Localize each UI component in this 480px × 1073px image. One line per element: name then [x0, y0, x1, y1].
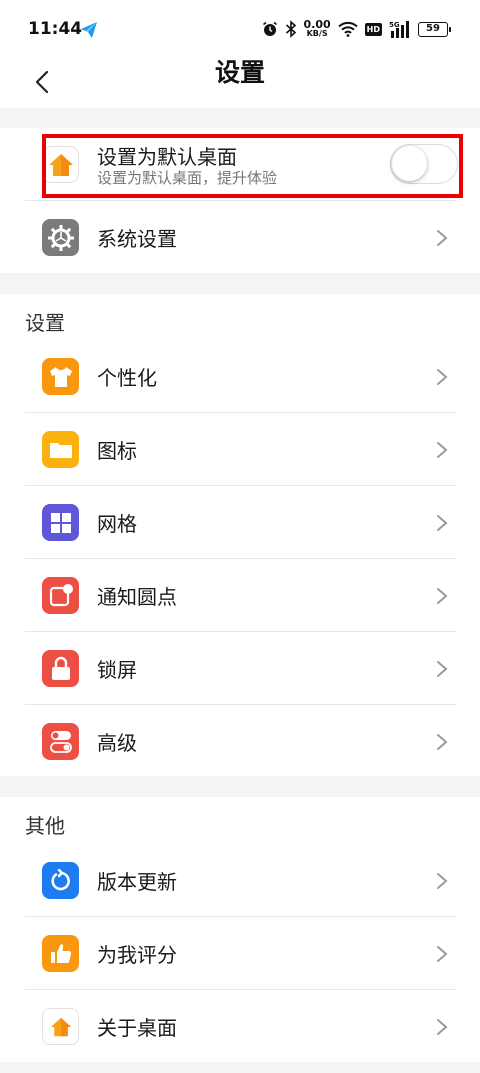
signal-icon: 5G [389, 21, 409, 38]
other-item-update[interactable]: 版本更新 [25, 844, 456, 917]
section-title-settings: 设置 [25, 311, 65, 335]
other-item-rate[interactable]: 为我评分 [25, 917, 456, 990]
bluetooth-icon [285, 20, 296, 38]
settings-item-label: 网格 [97, 512, 137, 536]
chevron-right-icon [437, 515, 448, 531]
highlight-box [42, 134, 463, 198]
chevron-right-icon [437, 734, 448, 750]
svg-text:5G: 5G [389, 21, 400, 29]
settings-item-icons[interactable]: 图标 [25, 413, 456, 486]
other-item-label: 为我评分 [97, 943, 177, 967]
telegram-send-icon [81, 22, 97, 38]
chevron-right-icon [437, 230, 448, 246]
chevron-right-icon [437, 369, 448, 385]
folder-icon [42, 431, 79, 468]
tshirt-icon [42, 358, 79, 395]
other-item-label: 关于桌面 [97, 1016, 177, 1040]
settings-item-advanced[interactable]: 高级 [25, 705, 456, 778]
settings-item-label: 锁屏 [97, 658, 137, 682]
chevron-right-icon [437, 442, 448, 458]
page-title: 设置 [214, 58, 265, 87]
settings-item-label: 通知圆点 [97, 585, 177, 609]
settings-item-label: 高级 [97, 731, 137, 755]
grid-icon [42, 504, 79, 541]
chevron-right-icon [437, 946, 448, 962]
status-time: 11:44 [28, 19, 83, 39]
other-item-about[interactable]: 关于桌面 [25, 990, 456, 1063]
chevron-right-icon [437, 661, 448, 677]
notification-dot-icon [42, 577, 79, 614]
wifi-icon [337, 21, 358, 37]
settings-item-label: 个性化 [97, 366, 157, 390]
other-item-label: 版本更新 [97, 870, 177, 894]
chevron-right-icon [437, 588, 448, 604]
battery-indicator: 59 [418, 21, 451, 37]
refresh-icon [42, 862, 79, 899]
settings-item-notification-dot[interactable]: 通知圆点 [25, 559, 456, 632]
settings-item-grid[interactable]: 网格 [25, 486, 456, 559]
settings-item-lockscreen[interactable]: 锁屏 [25, 632, 456, 705]
chevron-right-icon [437, 873, 448, 889]
section-title-other: 其他 [25, 814, 65, 838]
app-header: 设置 [0, 58, 480, 108]
thumbs-up-icon [42, 935, 79, 972]
toggles-icon [42, 723, 79, 760]
system-settings-label: 系统设置 [97, 227, 177, 251]
house-icon [42, 1008, 79, 1045]
lock-icon [42, 650, 79, 687]
network-speed: 0.00 KB/S [303, 18, 331, 38]
hd-badge: HD [364, 22, 382, 36]
settings-item-label: 图标 [97, 439, 137, 463]
system-settings-row[interactable]: 系统设置 [25, 201, 456, 274]
settings-item-personalize[interactable]: 个性化 [25, 340, 456, 413]
chevron-right-icon [437, 1019, 448, 1035]
gear-icon [42, 219, 79, 256]
alarm-icon [262, 21, 277, 36]
status-bar: 11:44 0.00 KB/S HD 5G 59 [0, 0, 480, 58]
